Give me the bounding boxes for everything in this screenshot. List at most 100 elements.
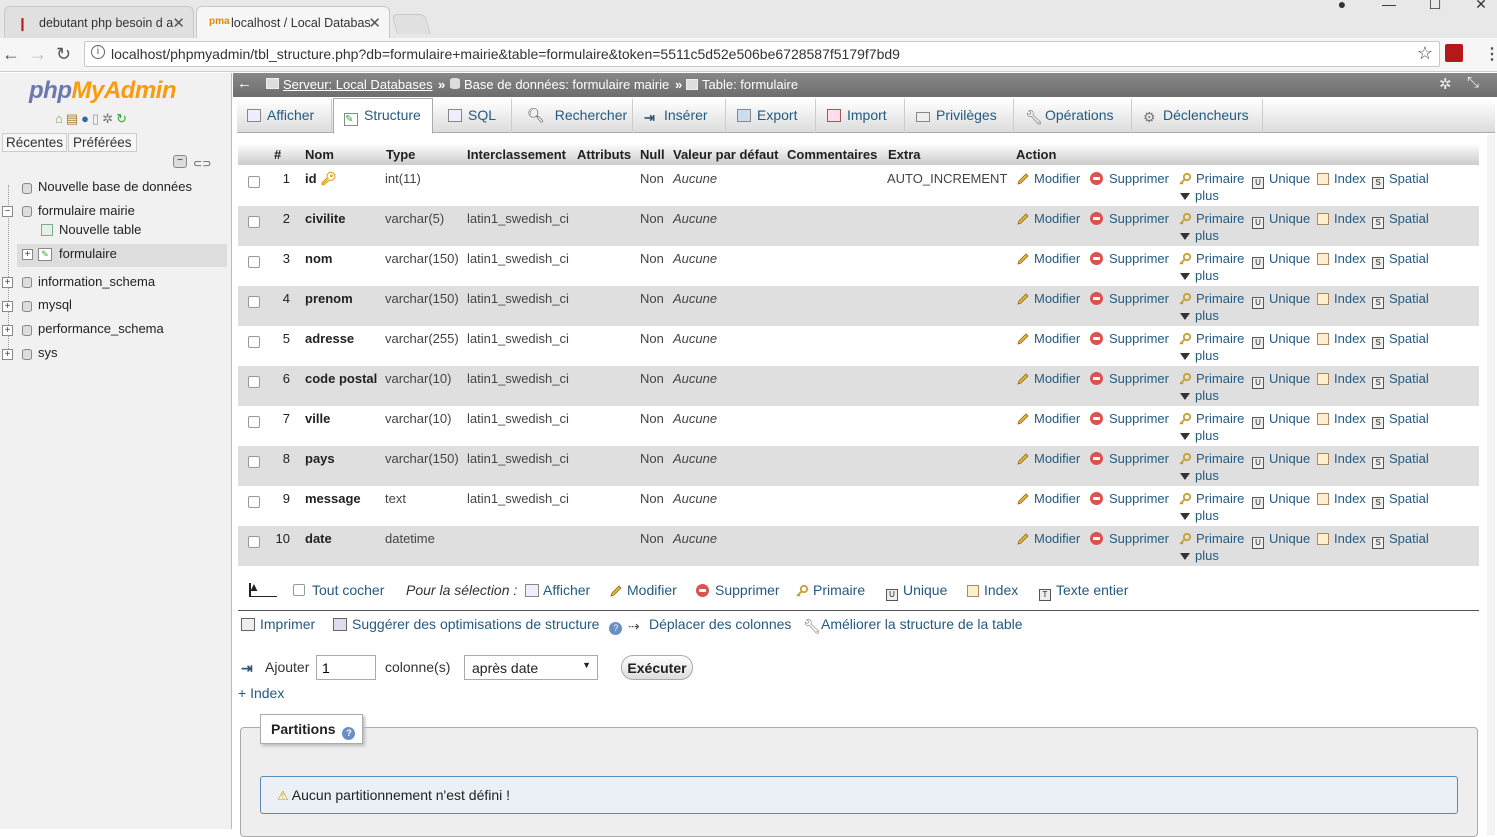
column-position-select[interactable]: après date ▼ (464, 655, 598, 680)
collapse-all-icon[interactable]: − (173, 155, 187, 168)
spatial-action[interactable]: S Spatial (1372, 211, 1429, 229)
settings-gear-icon[interactable]: ✲ (1439, 75, 1452, 93)
tree-db-formulaire-mairie[interactable]: formulaire mairie (38, 203, 135, 218)
bulk-primary-button[interactable]: Primaire (795, 582, 865, 598)
collapse-nav-icon[interactable]: ← (237, 75, 252, 92)
tab-export[interactable]: Export (727, 99, 816, 133)
unique-action[interactable]: U Unique (1252, 171, 1310, 189)
col-default-header[interactable]: Valeur par défaut (673, 147, 778, 162)
modify-action[interactable]: Modifier (1016, 171, 1080, 186)
unique-action[interactable]: U Unique (1252, 291, 1310, 309)
primary-action[interactable]: Primaire (1178, 531, 1244, 546)
print-link[interactable]: Imprimer (241, 616, 315, 632)
link-with-main-icon[interactable]: ⊂⊃ (193, 157, 211, 170)
primary-action[interactable]: Primaire (1178, 491, 1244, 506)
row-checkbox[interactable] (248, 536, 260, 548)
breadcrumb-database[interactable]: Base de données: formulaire mairie (464, 77, 669, 92)
modify-action[interactable]: Modifier (1016, 451, 1080, 466)
row-checkbox[interactable] (248, 456, 260, 468)
execute-button[interactable]: Exécuter (621, 655, 693, 680)
modify-action[interactable]: Modifier (1016, 531, 1080, 546)
primary-action[interactable]: Primaire (1178, 291, 1244, 306)
index-action[interactable]: Index (1317, 371, 1366, 386)
row-checkbox[interactable] (248, 376, 260, 388)
suggest-structure-link[interactable]: Suggérer des optimisations de structure … (333, 616, 623, 635)
back-icon[interactable]: ← (2, 44, 20, 65)
more-actions-dropdown[interactable]: plus (1180, 468, 1219, 483)
breadcrumb-server[interactable]: Serveur: Local Databases (283, 77, 433, 92)
new-tab-button[interactable] (391, 14, 431, 34)
expand-db-icon[interactable]: + (2, 277, 13, 288)
spatial-action[interactable]: S Spatial (1372, 171, 1429, 189)
index-action[interactable]: Index (1317, 531, 1366, 546)
expand-table-icon[interactable]: + (22, 249, 33, 260)
spatial-action[interactable]: S Spatial (1372, 491, 1429, 509)
delete-action[interactable]: Supprimer (1090, 211, 1169, 226)
breadcrumb-table[interactable]: Table: formulaire (702, 77, 798, 92)
spatial-action[interactable]: S Spatial (1372, 291, 1429, 309)
close-tab-icon[interactable]: ✕ (368, 14, 381, 32)
index-action[interactable]: Index (1317, 251, 1366, 266)
bulk-fulltext-button[interactable]: T Texte entier (1039, 582, 1128, 601)
tree-db-sys[interactable]: sys (38, 345, 58, 360)
row-checkbox[interactable] (248, 256, 260, 268)
collapse-top-icon[interactable]: ⤡ (1467, 74, 1479, 91)
unique-action[interactable]: U Unique (1252, 251, 1310, 269)
tree-db-performance-schema[interactable]: performance_schema (38, 321, 164, 336)
bulk-delete-button[interactable]: Supprimer (696, 582, 780, 598)
spatial-action[interactable]: S Spatial (1372, 411, 1429, 429)
help-icon[interactable]: ● (81, 111, 92, 126)
more-actions-dropdown[interactable]: plus (1180, 348, 1219, 363)
tree-db-information-schema[interactable]: information_schema (38, 274, 155, 289)
more-actions-dropdown[interactable]: plus (1180, 228, 1219, 243)
index-action[interactable]: Index (1317, 491, 1366, 506)
add-column-count-input[interactable] (316, 655, 376, 680)
improve-structure-link[interactable]: 🔧︎Améliorer la structure de la table (803, 616, 1023, 634)
bulk-browse-button[interactable]: Afficher (525, 582, 590, 598)
more-actions-dropdown[interactable]: plus (1180, 188, 1219, 203)
pdf-extension-icon[interactable] (1445, 44, 1463, 62)
tree-db-mysql[interactable]: mysql (38, 297, 72, 312)
close-tab-icon[interactable]: ✕ (172, 14, 185, 32)
delete-action[interactable]: Supprimer (1090, 451, 1169, 466)
recent-tables-tab[interactable]: Récentes (2, 133, 68, 152)
bulk-modify-button[interactable]: Modifier (609, 582, 677, 598)
modify-action[interactable]: Modifier (1016, 251, 1080, 266)
row-checkbox[interactable] (248, 176, 260, 188)
browser-tab-2[interactable]: pma localhost / Local Databas ✕ (196, 6, 390, 39)
expand-db-icon[interactable]: + (2, 301, 13, 312)
tab-insert[interactable]: ⇥ Insérer (634, 99, 726, 133)
browser-menu-icon[interactable]: ⋮ (1484, 44, 1497, 64)
unique-action[interactable]: U Unique (1252, 411, 1310, 429)
expand-db-icon[interactable]: + (2, 349, 13, 360)
delete-action[interactable]: Supprimer (1090, 411, 1169, 426)
delete-action[interactable]: Supprimer (1090, 251, 1169, 266)
more-actions-dropdown[interactable]: plus (1180, 548, 1219, 563)
logout-icon[interactable]: ▤ (66, 111, 81, 126)
unique-action[interactable]: U Unique (1252, 331, 1310, 349)
profile-icon[interactable]: ● (1320, 0, 1364, 11)
more-actions-dropdown[interactable]: plus (1180, 268, 1219, 283)
vertical-scrollbar[interactable] (1487, 135, 1495, 835)
more-actions-dropdown[interactable]: plus (1180, 508, 1219, 523)
primary-action[interactable]: Primaire (1178, 211, 1244, 226)
spatial-action[interactable]: S Spatial (1372, 531, 1429, 549)
delete-action[interactable]: Supprimer (1090, 291, 1169, 306)
collapse-db-icon[interactable]: − (2, 206, 13, 217)
spatial-action[interactable]: S Spatial (1372, 371, 1429, 389)
unique-action[interactable]: U Unique (1252, 211, 1310, 229)
check-all-label[interactable]: Tout cocher (312, 582, 384, 598)
more-actions-dropdown[interactable]: plus (1180, 308, 1219, 323)
browser-tab-1[interactable]: ❙ debutant php besoin d a ✕ (4, 6, 194, 38)
primary-action[interactable]: Primaire (1178, 371, 1244, 386)
close-window-icon[interactable]: ✕ (1459, 0, 1497, 11)
modify-action[interactable]: Modifier (1016, 291, 1080, 306)
row-checkbox[interactable] (248, 336, 260, 348)
col-name-header[interactable]: Nom (305, 147, 334, 162)
url-field[interactable]: i localhost/phpmyadmin/tbl_structure.php… (84, 41, 1440, 67)
tab-structure[interactable]: ✎ Structure (333, 98, 433, 134)
favorite-tables-tab[interactable]: Préférées (68, 133, 137, 152)
modify-action[interactable]: Modifier (1016, 331, 1080, 346)
check-all-checkbox[interactable] (293, 584, 305, 596)
more-actions-dropdown[interactable]: plus (1180, 428, 1219, 443)
